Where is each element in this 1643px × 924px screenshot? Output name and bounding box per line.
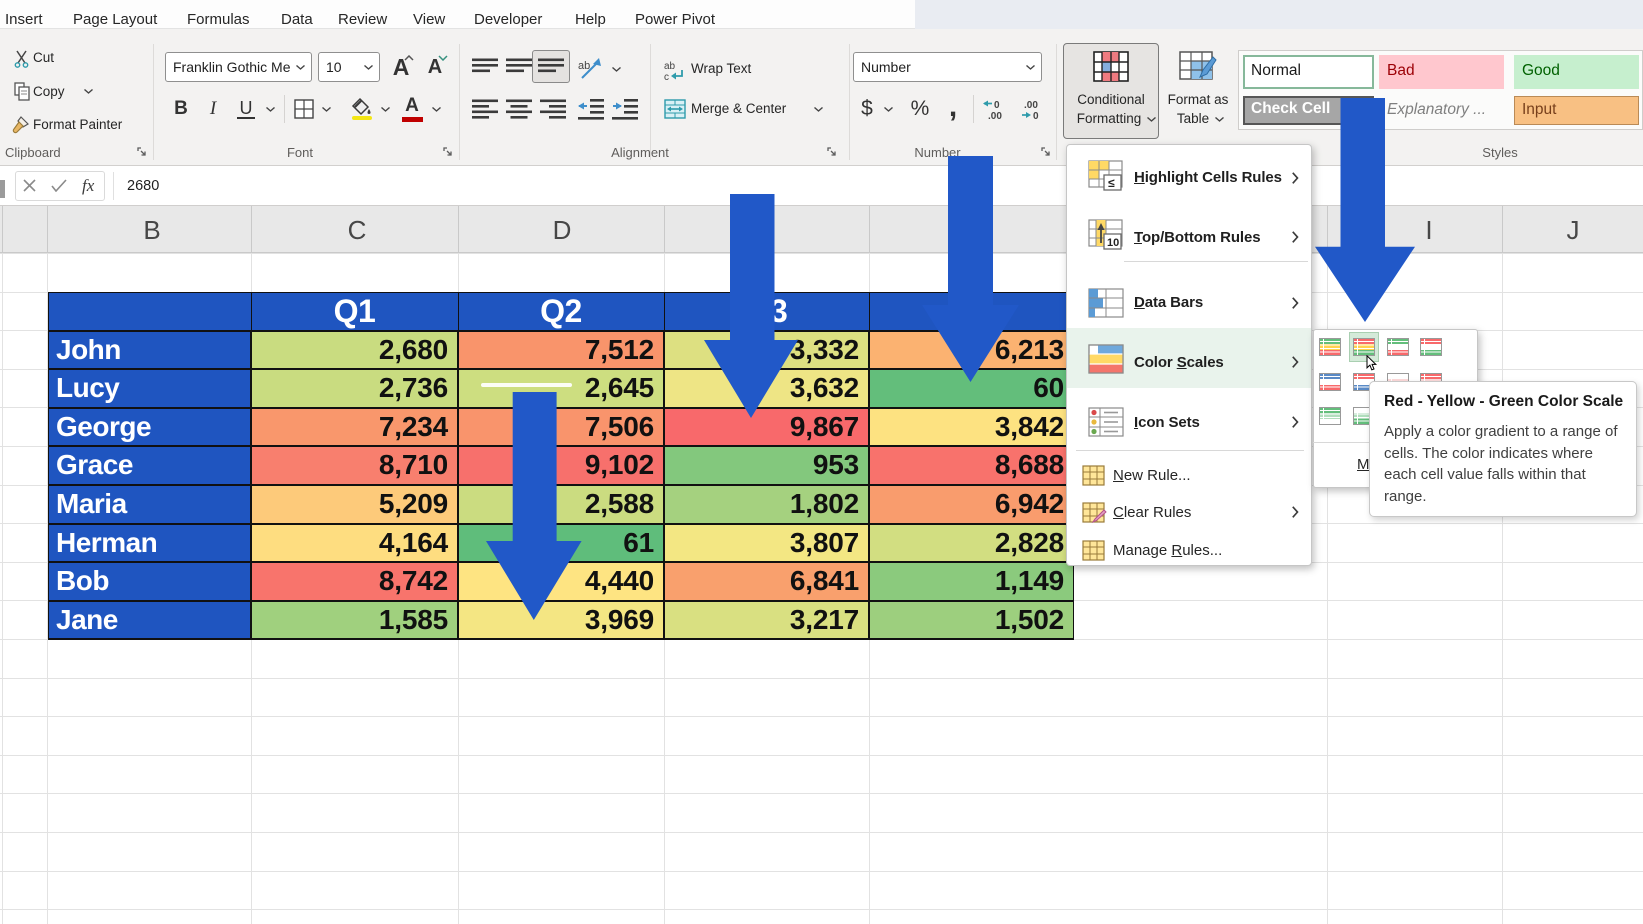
svg-text:ab: ab [664,61,676,72]
svg-text:0: 0 [994,100,1000,111]
svg-text:.00: .00 [1024,100,1038,111]
svg-text:10: 10 [1107,237,1119,249]
svg-text:0: 0 [1033,111,1039,121]
svg-text:≤: ≤ [1108,176,1115,190]
svg-text:c: c [664,72,669,82]
svg-text:.00: .00 [988,111,1002,121]
